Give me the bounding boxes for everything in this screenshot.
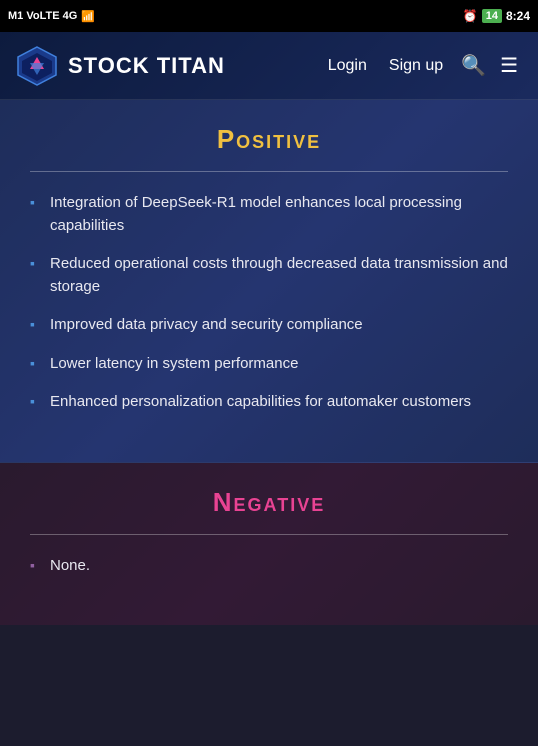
navbar: STOCK TITAN Login Sign up 🔍 ☰ xyxy=(0,32,538,100)
negative-list: None. xyxy=(30,555,508,578)
positive-title: Positive xyxy=(30,124,508,155)
login-link[interactable]: Login xyxy=(320,53,375,79)
positive-list: Integration of DeepSeek-R1 model enhance… xyxy=(30,192,508,414)
time-display: 8:24 xyxy=(506,9,530,23)
status-left: M1 VoLTE 4G 📶 xyxy=(8,10,95,23)
content-area: Positive Integration of DeepSeek-R1 mode… xyxy=(0,100,538,746)
status-bar: M1 VoLTE 4G 📶 ⏰ 14 8:24 xyxy=(0,0,538,32)
battery-indicator: 14 xyxy=(482,9,502,23)
negative-section: Negative None. xyxy=(0,463,538,626)
search-icon[interactable]: 🔍 xyxy=(457,49,490,82)
list-item: None. xyxy=(30,555,508,578)
logo-text: STOCK TITAN xyxy=(68,53,225,79)
list-item: Improved data privacy and security compl… xyxy=(30,314,508,337)
list-item: Reduced operational costs through decrea… xyxy=(30,253,508,298)
logo-area: STOCK TITAN xyxy=(16,45,225,87)
positive-section: Positive Integration of DeepSeek-R1 mode… xyxy=(0,100,538,463)
positive-divider xyxy=(30,171,508,172)
nav-links: Login Sign up 🔍 ☰ xyxy=(320,49,522,82)
sim-icon: 📶 xyxy=(81,10,95,23)
logo-icon xyxy=(16,45,58,87)
list-item: Lower latency in system performance xyxy=(30,353,508,376)
signup-link[interactable]: Sign up xyxy=(381,53,451,79)
carrier-info: M1 VoLTE 4G xyxy=(8,10,77,22)
negative-title: Negative xyxy=(30,487,508,518)
negative-divider xyxy=(30,534,508,535)
menu-icon[interactable]: ☰ xyxy=(496,49,522,82)
list-item: Enhanced personalization capabilities fo… xyxy=(30,391,508,414)
status-right: ⏰ 14 8:24 xyxy=(463,9,530,23)
alarm-icon: ⏰ xyxy=(463,9,478,23)
list-item: Integration of DeepSeek-R1 model enhance… xyxy=(30,192,508,237)
